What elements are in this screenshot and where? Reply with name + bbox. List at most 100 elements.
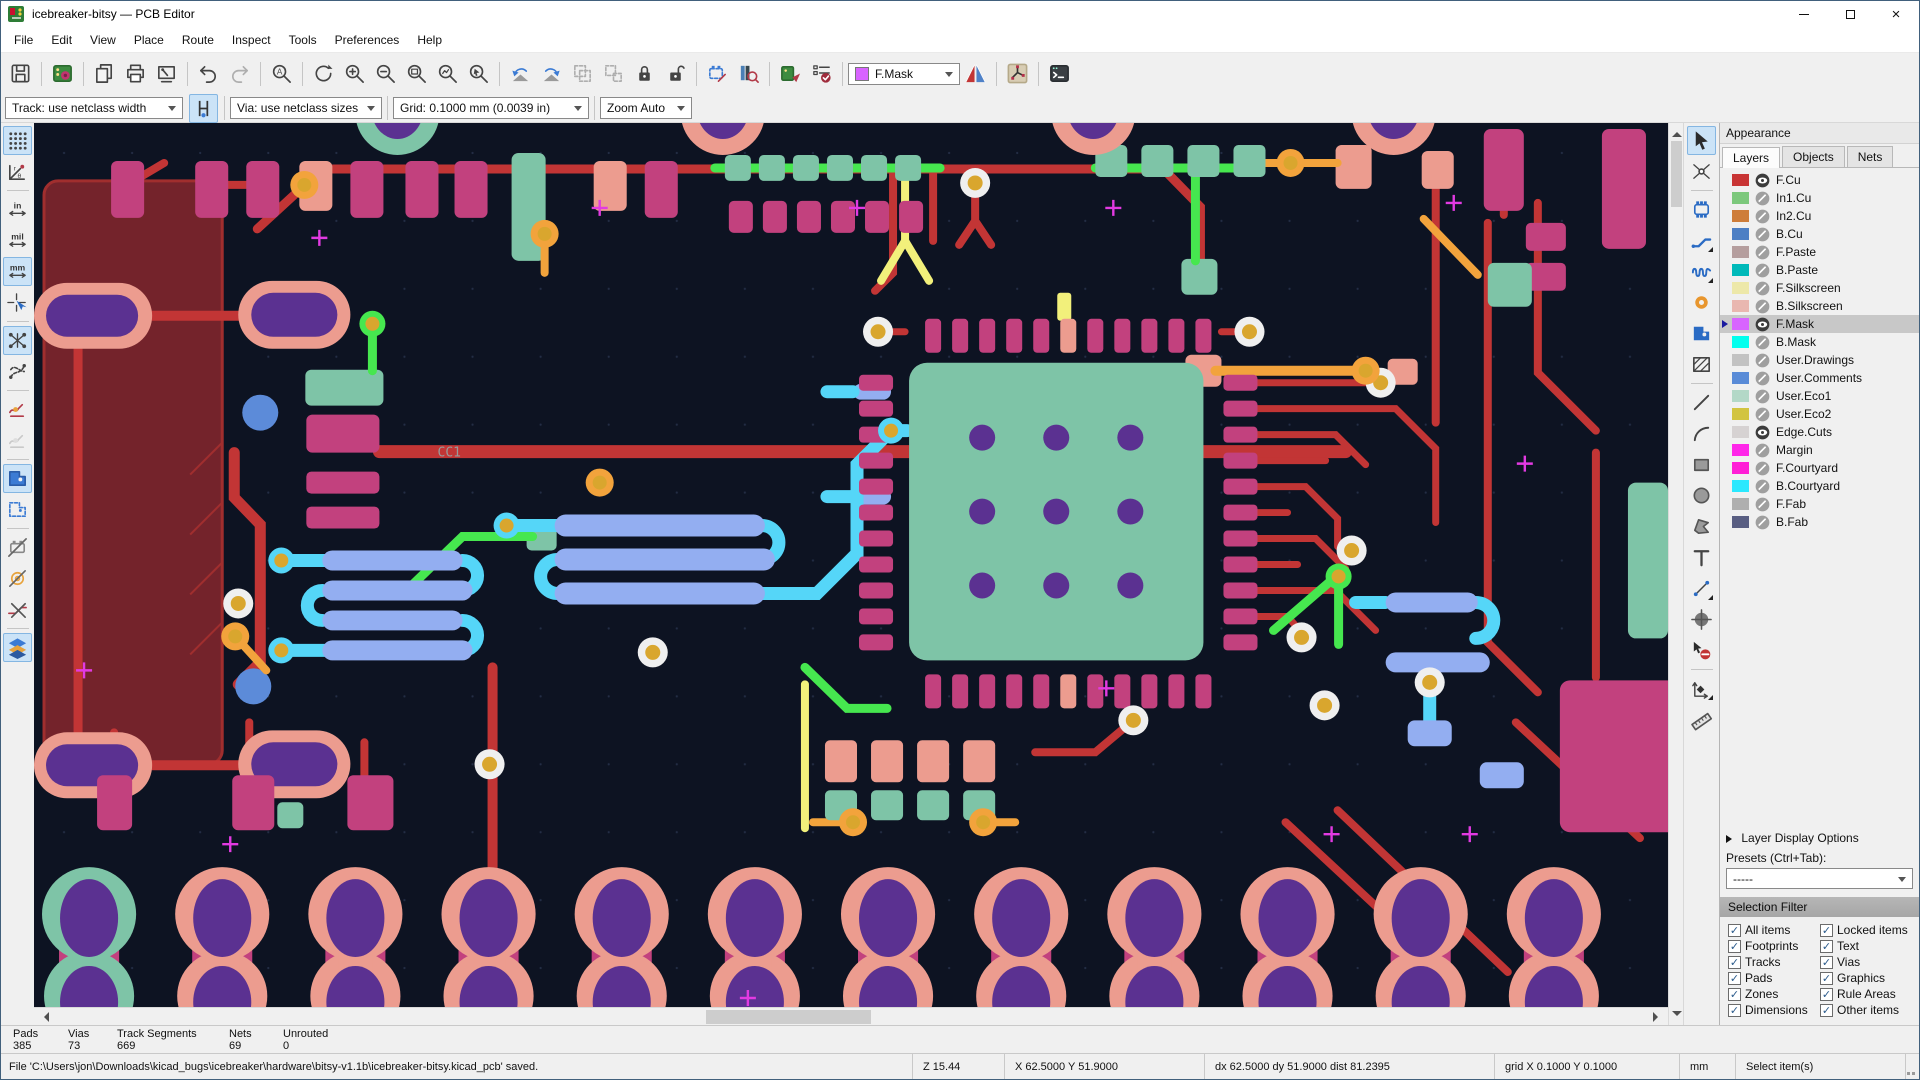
cursor-style-button[interactable] bbox=[3, 288, 32, 317]
layer-row-f.mask[interactable]: F.Mask bbox=[1720, 315, 1919, 333]
layer-row-margin[interactable]: Margin bbox=[1720, 441, 1919, 459]
layer-row-f.courtyard[interactable]: F.Courtyard bbox=[1720, 459, 1919, 477]
zones-filled-button[interactable] bbox=[3, 464, 32, 493]
filter-pads[interactable]: ✓ Pads bbox=[1728, 971, 1820, 985]
circle-button[interactable] bbox=[1687, 481, 1716, 510]
checkbox-icon[interactable]: ✓ bbox=[1820, 1003, 1833, 1017]
zoom-select[interactable]: Zoom Auto bbox=[600, 97, 692, 119]
horizontal-scrollbar[interactable] bbox=[34, 1007, 1668, 1025]
pcb-canvas[interactable]: CC1 bbox=[34, 123, 1668, 1007]
layer-display-options[interactable]: Layer Display Options bbox=[1720, 827, 1919, 849]
layer-row-user.comments[interactable]: User.Comments bbox=[1720, 369, 1919, 387]
layer-row-user.drawings[interactable]: User.Drawings bbox=[1720, 351, 1919, 369]
rotate-ccw-button[interactable] bbox=[506, 59, 535, 88]
close-button[interactable]: × bbox=[1873, 1, 1919, 27]
hidden-icon[interactable] bbox=[1755, 335, 1770, 350]
copper-zone[interactable] bbox=[42, 179, 224, 766]
hidden-icon[interactable] bbox=[1755, 353, 1770, 368]
hidden-icon[interactable] bbox=[1755, 497, 1770, 512]
refresh-button[interactable] bbox=[309, 59, 338, 88]
hidden-icon[interactable] bbox=[1755, 461, 1770, 476]
filter-zones[interactable]: ✓ Zones bbox=[1728, 987, 1820, 1001]
checkbox-icon[interactable]: ✓ bbox=[1728, 971, 1741, 985]
units-mil-button[interactable]: mil bbox=[3, 226, 32, 255]
zoom-fit-button[interactable] bbox=[402, 59, 431, 88]
auto-track-width-button[interactable] bbox=[189, 93, 218, 123]
menu-tools[interactable]: Tools bbox=[280, 29, 326, 51]
zoom-out-button[interactable] bbox=[371, 59, 400, 88]
vscroll-thumb[interactable] bbox=[1671, 141, 1682, 207]
highlight-nets-button[interactable] bbox=[3, 395, 32, 424]
checkbox-icon[interactable]: ✓ bbox=[1728, 939, 1741, 953]
layer-row-edge.cuts[interactable]: Edge.Cuts bbox=[1720, 423, 1919, 441]
filter-vias[interactable]: ✓ Vias bbox=[1820, 955, 1919, 969]
layer-row-b.cu[interactable]: B.Cu bbox=[1720, 225, 1919, 243]
checkbox-icon[interactable]: ✓ bbox=[1820, 955, 1833, 969]
tab-objects[interactable]: Objects bbox=[1782, 146, 1845, 167]
ratsnest-button[interactable] bbox=[3, 326, 32, 355]
menu-edit[interactable]: Edit bbox=[42, 29, 81, 51]
polygon-button[interactable] bbox=[1687, 512, 1716, 541]
group-button[interactable] bbox=[568, 59, 597, 88]
pads-outline-button[interactable] bbox=[3, 533, 32, 562]
target-button[interactable] bbox=[1687, 605, 1716, 634]
footprint-button[interactable] bbox=[1687, 195, 1716, 224]
hscroll-thumb[interactable] bbox=[706, 1010, 871, 1024]
delete-button[interactable] bbox=[1687, 636, 1716, 665]
checkbox-icon[interactable]: ✓ bbox=[1728, 987, 1741, 1001]
layer-row-b.paste[interactable]: B.Paste bbox=[1720, 261, 1919, 279]
layer-row-f.fab[interactable]: F.Fab bbox=[1720, 495, 1919, 513]
checkbox-icon[interactable]: ✓ bbox=[1820, 987, 1833, 1001]
zoom-selection-button[interactable] bbox=[464, 59, 493, 88]
track-width-select[interactable]: Track: use netclass width bbox=[5, 97, 183, 119]
hidden-icon[interactable] bbox=[1755, 443, 1770, 458]
plot-button[interactable] bbox=[152, 59, 181, 88]
layer-row-in1.cu[interactable]: In1.Cu bbox=[1720, 189, 1919, 207]
net-colors-button[interactable] bbox=[3, 426, 32, 455]
via-button[interactable] bbox=[1687, 288, 1716, 317]
resize-grip[interactable] bbox=[1905, 1054, 1919, 1079]
layers-manager-button[interactable] bbox=[3, 633, 32, 662]
dimension-button[interactable] bbox=[1687, 574, 1716, 603]
rotate-cw-button[interactable] bbox=[537, 59, 566, 88]
via-size-select[interactable]: Via: use netclass sizes bbox=[230, 97, 382, 119]
units-mm-button[interactable]: mm bbox=[3, 257, 32, 286]
menu-preferences[interactable]: Preferences bbox=[326, 29, 409, 51]
filter-dimensions[interactable]: ✓ Dimensions bbox=[1728, 1003, 1820, 1017]
hidden-icon[interactable] bbox=[1755, 281, 1770, 296]
grid-select[interactable]: Grid: 0.1000 mm (0.0039 in) bbox=[393, 97, 589, 119]
menu-route[interactable]: Route bbox=[173, 29, 223, 51]
find-button[interactable]: A bbox=[267, 59, 296, 88]
library-browser-button[interactable] bbox=[734, 59, 763, 88]
tune-button[interactable] bbox=[1687, 257, 1716, 286]
save-button[interactable] bbox=[6, 59, 35, 88]
checkbox-icon[interactable]: ✓ bbox=[1820, 971, 1833, 985]
layer-row-f.cu[interactable]: F.Cu bbox=[1720, 171, 1919, 189]
hidden-icon[interactable] bbox=[1755, 227, 1770, 242]
filter-tracks[interactable]: ✓ Tracks bbox=[1728, 955, 1820, 969]
hidden-icon[interactable] bbox=[1755, 479, 1770, 494]
lock-button[interactable] bbox=[630, 59, 659, 88]
text-button[interactable] bbox=[1687, 543, 1716, 572]
hidden-icon[interactable] bbox=[1755, 515, 1770, 530]
print-button[interactable] bbox=[121, 59, 150, 88]
rule-area-button[interactable] bbox=[1687, 350, 1716, 379]
flip-board-button[interactable] bbox=[961, 59, 990, 88]
redo-button[interactable] bbox=[225, 59, 254, 88]
curved-ratsnest-button[interactable] bbox=[3, 357, 32, 386]
layer-row-b.courtyard[interactable]: B.Courtyard bbox=[1720, 477, 1919, 495]
filter-other-items[interactable]: ✓ Other items bbox=[1820, 1003, 1919, 1017]
filter-locked-items[interactable]: ✓ Locked items bbox=[1820, 923, 1919, 937]
tab-layers[interactable]: Layers bbox=[1722, 147, 1781, 168]
route-button[interactable] bbox=[1687, 226, 1716, 255]
checkbox-icon[interactable]: ✓ bbox=[1820, 923, 1833, 937]
units-in-button[interactable]: in bbox=[3, 195, 32, 224]
zone-button[interactable] bbox=[1687, 319, 1716, 348]
visible-eye-icon[interactable] bbox=[1755, 425, 1770, 440]
filter-footprints[interactable]: ✓ Footprints bbox=[1728, 939, 1820, 953]
hidden-icon[interactable] bbox=[1755, 209, 1770, 224]
layer-row-b.silkscreen[interactable]: B.Silkscreen bbox=[1720, 297, 1919, 315]
maximize-button[interactable] bbox=[1827, 1, 1873, 27]
drc-button[interactable] bbox=[807, 59, 836, 88]
layer-row-user.eco1[interactable]: User.Eco1 bbox=[1720, 387, 1919, 405]
